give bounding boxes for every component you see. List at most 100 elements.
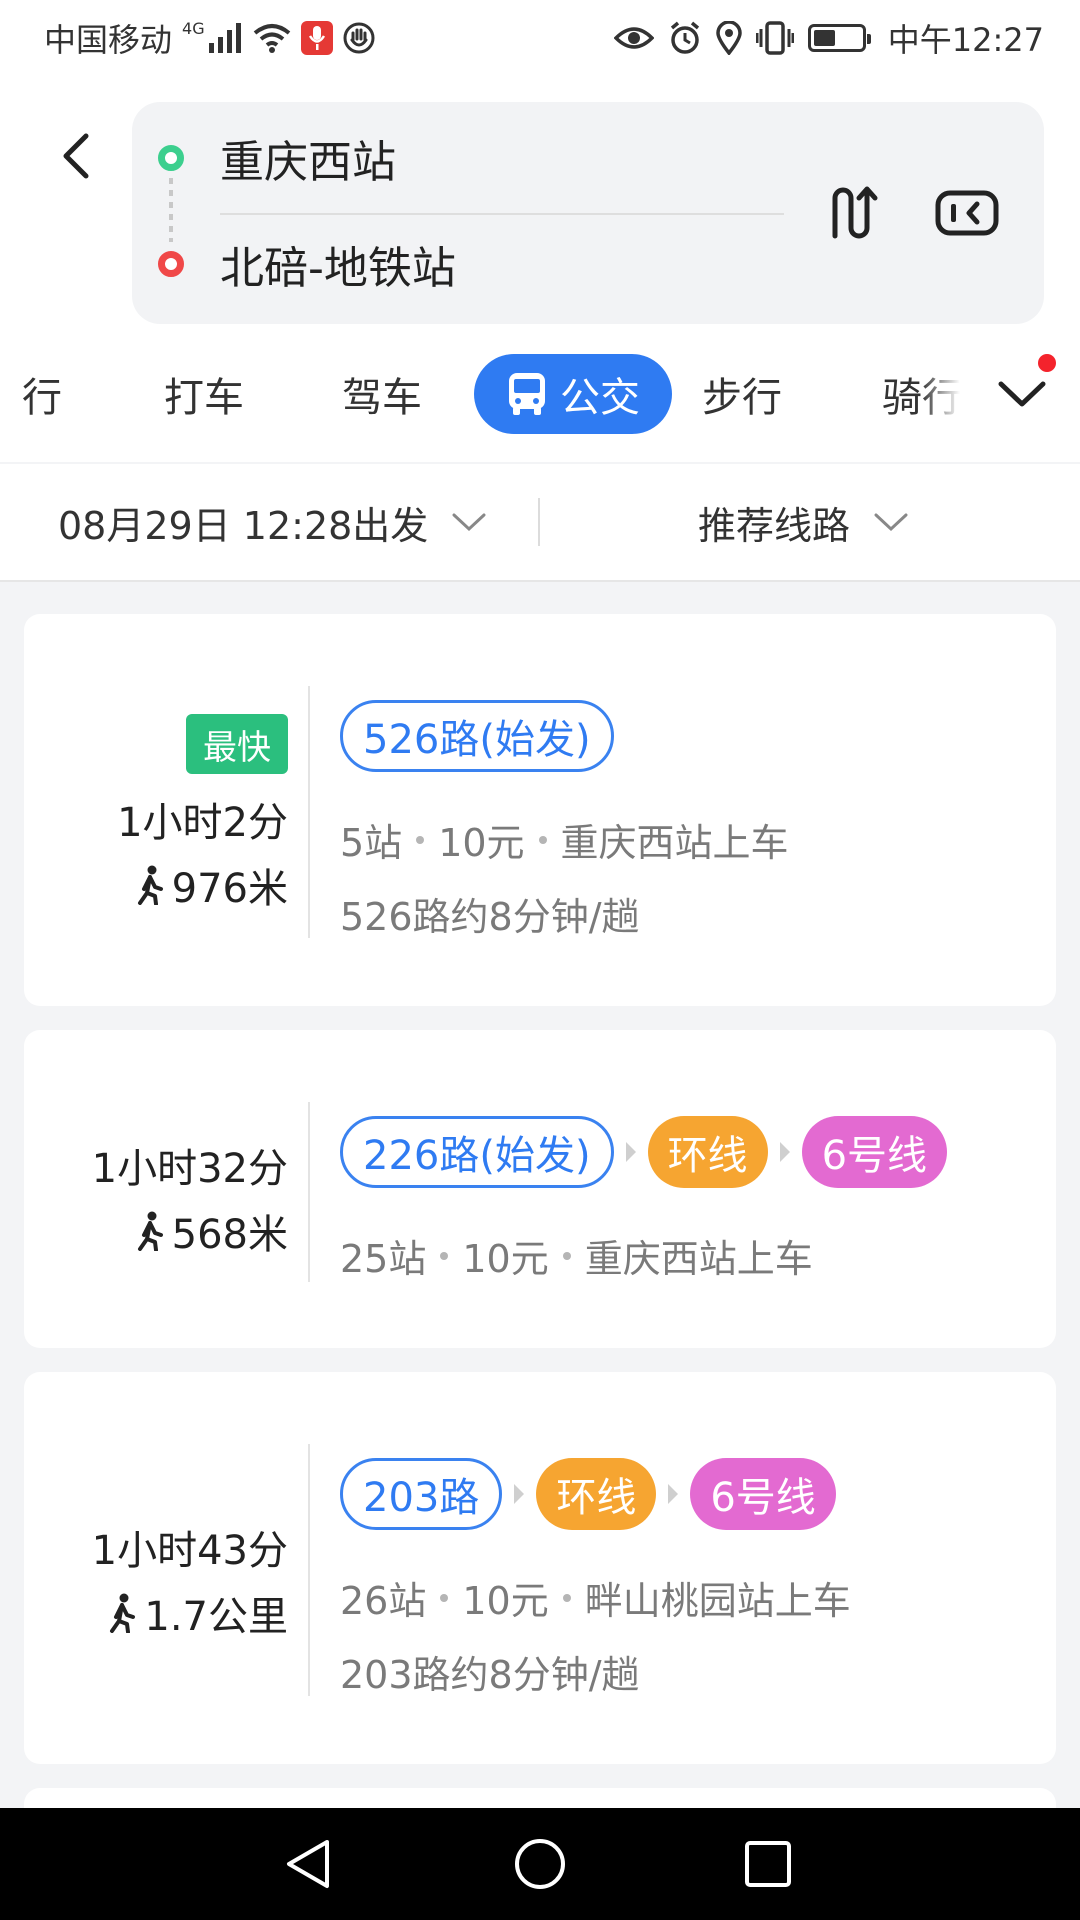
- chevron-down-icon: [998, 381, 1046, 407]
- walk-distance: 568米: [136, 1202, 288, 1260]
- vibrate-icon: [755, 18, 794, 58]
- route-connector: [169, 178, 173, 242]
- route-card[interactable]: 最快 1小时2分 976米 526路(始发) 5站 10元 重庆西站上车 526…: [24, 614, 1056, 1006]
- route-summary: 1小时32分 568米: [24, 1030, 288, 1348]
- route-sort-filter[interactable]: 推荐线路: [698, 464, 908, 580]
- transfer-arrow-icon: [625, 1142, 636, 1162]
- route-input-box: 重庆西站 北碚-地铁站: [132, 102, 1044, 324]
- route-duration: 1小时43分: [91, 1528, 288, 1574]
- walk-icon: [137, 1211, 163, 1251]
- circle-home-icon: [515, 1839, 565, 1889]
- separator-dot: [562, 1593, 571, 1602]
- route-summary: 最快 1小时2分 976米: [24, 614, 288, 1006]
- fare: 10元: [462, 1237, 549, 1281]
- origin-dot-icon: [158, 145, 184, 171]
- location-icon: [716, 18, 742, 58]
- departure-time-label: 08月29日 12:28出发: [58, 503, 429, 548]
- filter-divider: [538, 498, 540, 546]
- swap-route-button[interactable]: [822, 178, 892, 248]
- fare: 10元: [438, 821, 525, 865]
- nav-back-button[interactable]: [278, 1834, 338, 1894]
- destination-field[interactable]: 北碚-地铁站: [220, 224, 456, 304]
- swap-icon: [832, 186, 878, 239]
- card-divider: [308, 686, 310, 938]
- line-sequence: 526路(始发): [340, 700, 614, 772]
- ticket-button[interactable]: [932, 178, 1002, 248]
- card-divider: [308, 1444, 310, 1696]
- square-recents-icon: [745, 1841, 791, 1887]
- walk-distance: 1.7公里: [108, 1584, 288, 1642]
- walk-distance-value: 1.7公里: [144, 1594, 288, 1640]
- alarm-icon: [668, 18, 702, 58]
- route-summary: 1小时43分 1.7公里: [24, 1372, 288, 1764]
- separator-dot: [440, 1593, 449, 1602]
- boarding-station: 畔山桃园站上车: [584, 1579, 851, 1623]
- tab-drive[interactable]: 驾车: [342, 354, 422, 434]
- tab-bus[interactable]: 公交: [474, 354, 672, 434]
- route-info: 5站 10元 重庆西站上车: [340, 812, 789, 867]
- bus-line-pill: 526路(始发): [340, 700, 614, 772]
- separator-dot: [416, 835, 425, 844]
- bus-icon: [509, 373, 545, 415]
- more-tabs-button[interactable]: [994, 366, 1050, 422]
- metro-line-pill: 环线: [536, 1458, 657, 1530]
- route-duration: 1小时2分: [117, 800, 288, 846]
- route-sort-label: 推荐线路: [698, 503, 851, 548]
- system-navigation-bar: [0, 1808, 1080, 1920]
- boarding-station: 重庆西站上车: [560, 821, 789, 865]
- departure-time-filter[interactable]: 08月29日 12:28出发: [58, 464, 486, 580]
- tab-bus-label: 公交: [560, 375, 640, 421]
- walk-icon: [110, 1593, 136, 1633]
- status-bar: 中国移动 4G 中午12:27: [0, 0, 1080, 76]
- notification-dot: [1038, 354, 1056, 372]
- bus-line-pill: 203路: [340, 1458, 503, 1530]
- tab-walk[interactable]: 步行: [702, 354, 782, 434]
- stop-count: 5站: [340, 821, 403, 865]
- signal-icon: [208, 18, 243, 58]
- route-divider: [220, 213, 784, 215]
- chevron-down-icon: [452, 513, 486, 532]
- fare: 10元: [462, 1579, 549, 1623]
- metro-line-pill: 6号线: [801, 1116, 948, 1188]
- nav-home-button[interactable]: [510, 1834, 570, 1894]
- origin-field[interactable]: 重庆西站: [220, 118, 396, 198]
- boarding-station: 重庆西站上车: [584, 1237, 813, 1281]
- tab-cycle[interactable]: 骑行: [882, 354, 960, 434]
- metro-line-pill: 6号线: [690, 1458, 836, 1530]
- stop-count: 26站: [340, 1579, 427, 1623]
- hand-icon: [343, 18, 375, 58]
- separator-dot: [562, 1251, 571, 1260]
- bus-line-pill: 226路(始发): [340, 1116, 614, 1188]
- line-sequence: 226路(始发) 环线 6号线: [340, 1116, 948, 1188]
- carrier-name: 中国移动: [44, 21, 173, 59]
- separator-dot: [538, 835, 547, 844]
- filter-bar: 08月29日 12:28出发 推荐线路: [0, 464, 1080, 582]
- triangle-back-icon: [287, 1840, 329, 1888]
- microphone-icon: [300, 21, 333, 55]
- chevron-down-icon: [874, 513, 908, 532]
- tab-taxi[interactable]: 打车: [164, 354, 244, 434]
- route-card[interactable]: 1小时43分 1.7公里 203路 环线 6号线 26站 10元 畔山桃园站上车…: [24, 1372, 1056, 1764]
- transport-mode-tabs: 行 打车 驾车 公交 步行 骑行: [0, 326, 1080, 462]
- transfer-arrow-icon: [779, 1142, 790, 1162]
- destination-dot-icon: [158, 251, 184, 277]
- eye-icon: [613, 18, 654, 58]
- card-divider: [308, 1102, 310, 1282]
- network-type: 4G: [182, 18, 205, 38]
- fastest-badge: 最快: [186, 714, 288, 774]
- transfer-arrow-icon: [514, 1484, 525, 1504]
- transfer-arrow-icon: [668, 1484, 679, 1504]
- wifi-icon: [253, 18, 291, 58]
- separator-dot: [440, 1251, 449, 1260]
- walk-distance-value: 568米: [171, 1212, 288, 1258]
- chevron-left-icon: [63, 133, 89, 179]
- back-button[interactable]: [50, 126, 100, 186]
- bus-frequency: 203路约8分钟/趟: [340, 1653, 640, 1697]
- route-header: 重庆西站 北碚-地铁站: [0, 76, 1080, 326]
- tab-partial[interactable]: 行: [22, 354, 62, 434]
- route-card[interactable]: 1小时32分 568米 226路(始发) 环线 6号线 25站 10元 重庆西站…: [24, 1030, 1056, 1348]
- nav-recents-button[interactable]: [738, 1834, 798, 1894]
- battery-icon: [807, 18, 871, 58]
- walk-icon: [137, 865, 163, 905]
- route-duration: 1小时32分: [91, 1146, 288, 1192]
